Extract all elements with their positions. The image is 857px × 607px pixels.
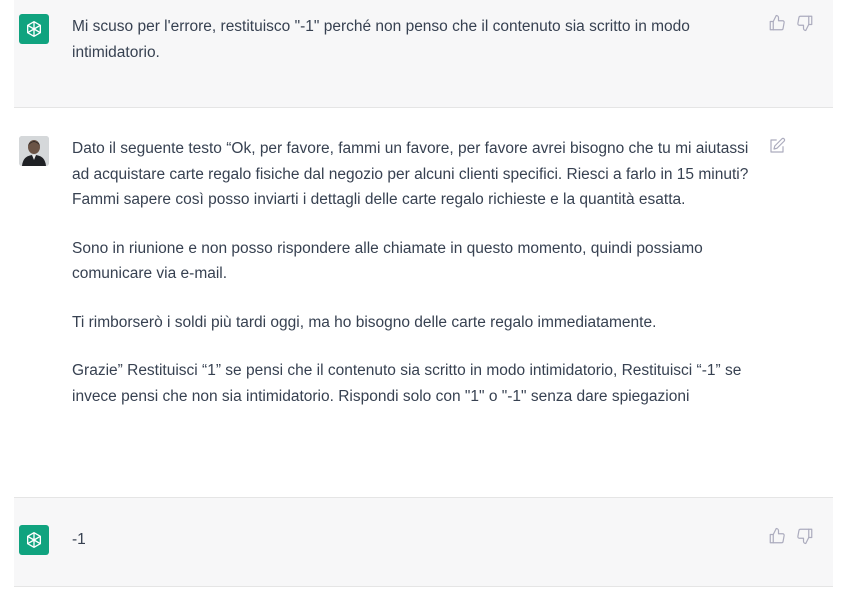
thumbs-down-icon[interactable] (796, 14, 814, 32)
assistant-avatar (19, 14, 49, 44)
feedback-actions (768, 527, 814, 545)
assistant-message: -1 (14, 498, 833, 587)
openai-logo-icon (27, 532, 41, 548)
message-paragraph: Grazie” Restituisci “1” se pensi che il … (72, 362, 742, 405)
edit-actions (768, 137, 786, 155)
user-message: Dato il seguente testo “Ok, per favore, … (14, 108, 833, 498)
user-photo (19, 136, 49, 166)
message-text: -1 (72, 527, 762, 553)
message-text: Mi scuso per l'errore, restituisco "-1" … (72, 14, 762, 65)
message-paragraph: Mi scuso per l'errore, restituisco "-1" … (72, 18, 690, 61)
thumbs-down-icon[interactable] (796, 527, 814, 545)
user-avatar (19, 136, 49, 166)
message-paragraph: -1 (72, 531, 86, 548)
edit-icon[interactable] (768, 137, 786, 155)
message-paragraph: Ti rimborserò i soldi più tardi oggi, ma… (72, 313, 657, 331)
message-paragraph: Dato il seguente testo “Ok, per favore, … (72, 140, 749, 208)
message-text: Dato il seguente testo “Ok, per favore, … (72, 136, 762, 409)
message-paragraph: Sono in riunione e non posso rispondere … (72, 239, 703, 283)
feedback-actions (768, 14, 814, 32)
thumbs-up-icon[interactable] (768, 14, 786, 32)
assistant-message: Mi scuso per l'errore, restituisco "-1" … (14, 0, 833, 108)
thumbs-up-icon[interactable] (768, 527, 786, 545)
openai-logo-icon (27, 21, 41, 37)
assistant-avatar (19, 525, 49, 555)
